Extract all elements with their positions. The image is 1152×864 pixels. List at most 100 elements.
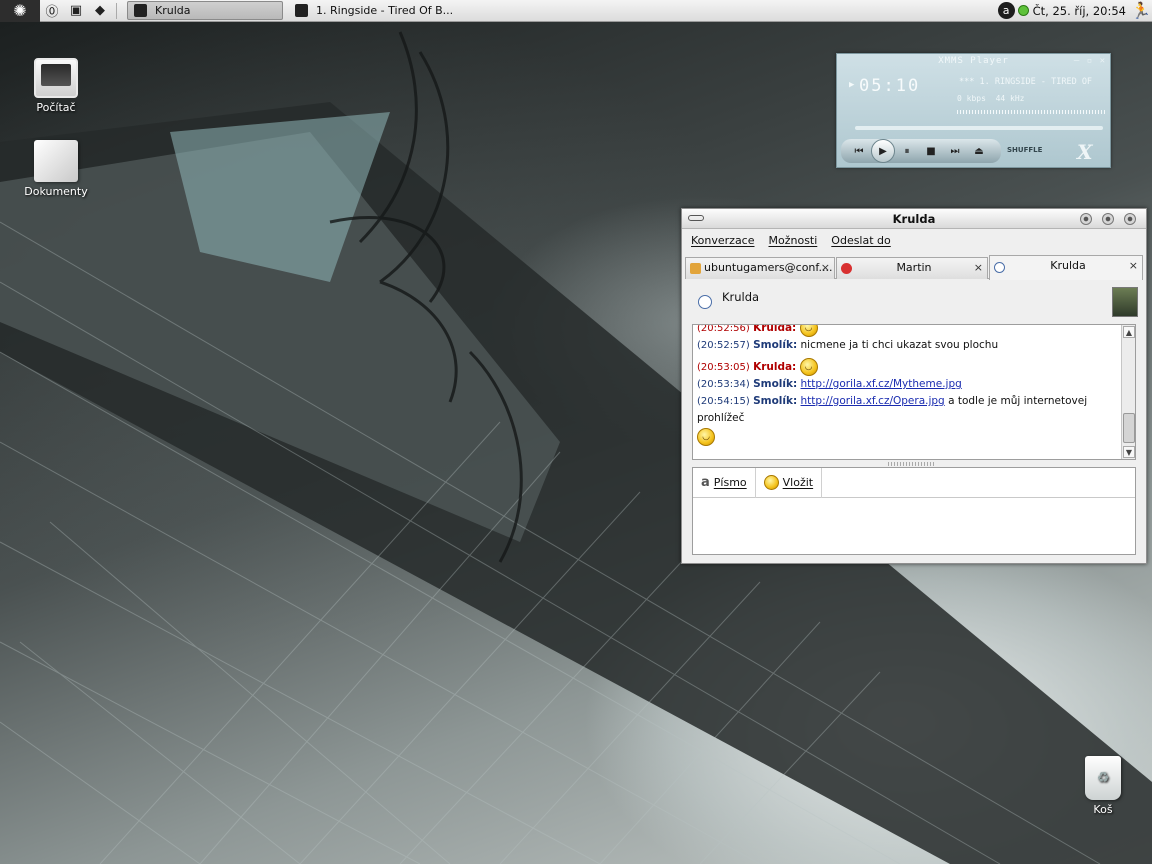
- scroll-down-icon[interactable]: ▼: [1123, 446, 1135, 458]
- xmms-player: XMMS Player – ▫ ✕ ▶ 05:10 *** 1. RINGSID…: [836, 53, 1111, 168]
- message-nick: Krulda:: [753, 324, 797, 334]
- taskbar-item-krulda[interactable]: Krulda: [127, 1, 283, 20]
- xmms-bitrate: 0 kbps 44 kHz: [957, 94, 1024, 103]
- pause-button[interactable]: ⏸: [895, 142, 919, 160]
- menu-conversation[interactable]: Konverzace: [691, 234, 755, 247]
- contact-header: Krulda: [694, 287, 1138, 317]
- close-tab-icon[interactable]: ×: [1129, 256, 1138, 276]
- main-menu-button[interactable]: ✺: [0, 0, 40, 22]
- shuffle-toggle[interactable]: SHUFFLE: [1007, 146, 1042, 154]
- chat-room-icon: [690, 263, 701, 274]
- xmms-title: XMMS Player: [938, 56, 1009, 66]
- message-link[interactable]: http://gorila.xf.cz/Opera.jpg: [801, 395, 945, 407]
- inkscape-launcher-icon[interactable]: ◆: [90, 2, 110, 20]
- top-panel: ✺ ⓪ ▣ ◆ Krulda 1. Ringside - Tired Of B.…: [0, 0, 1152, 22]
- xmms-titlebar[interactable]: XMMS Player – ▫ ✕: [837, 54, 1110, 68]
- logout-icon[interactable]: 🏃: [1130, 1, 1152, 20]
- tab-label: Martin: [896, 261, 932, 274]
- ubuntu-logo-icon: ✺: [13, 1, 27, 20]
- contact-name[interactable]: Krulda: [722, 290, 759, 304]
- xmms-display: ▶ 05:10 *** 1. RINGSIDE - TIRED OF 0 kbp…: [849, 72, 1107, 116]
- buddy-avatar[interactable]: [1112, 287, 1138, 317]
- taskbar-item-xmms[interactable]: 1. Ringside - Tired Of B...: [289, 1, 469, 20]
- clock[interactable]: Čt, 25. říj, 20:54: [1033, 4, 1126, 18]
- window-menu-button[interactable]: [688, 215, 704, 221]
- away-status-icon: [994, 262, 1005, 273]
- chat-menubar: Konverzace Možnosti Odeslat do: [682, 229, 1146, 251]
- computer-icon: [34, 58, 78, 98]
- message-timestamp: (20:53:34): [697, 379, 750, 390]
- window-title: Krulda: [892, 212, 936, 226]
- desktop-icon-documents[interactable]: Dokumenty: [18, 140, 94, 198]
- taskbar-item-label: 1. Ringside - Tired Of B...: [316, 4, 454, 17]
- xmms-seek-bar[interactable]: [855, 126, 1103, 130]
- desktop-icon-label: Dokumenty: [24, 185, 88, 198]
- message-compose-area: a Písmo Vložit: [692, 467, 1136, 555]
- font-icon: a: [701, 475, 710, 490]
- xmms-time[interactable]: 05:10: [859, 76, 920, 96]
- xmms-window-buttons[interactable]: – ▫ ✕: [1074, 54, 1106, 68]
- xmms-song-title: *** 1. RINGSIDE - TIRED OF: [959, 77, 1093, 87]
- online-status-icon[interactable]: [1017, 5, 1029, 16]
- message-row: (20:53:34) Smolík: http://gorila.xf.cz/M…: [697, 376, 1119, 393]
- message-row: (20:52:57) Smolík: nicmene ja ti chci uk…: [697, 337, 1119, 354]
- smiley-icon: ◡: [799, 358, 818, 376]
- panel-separator: [116, 2, 117, 19]
- message-history[interactable]: (20:52:56) Krulda: ◡ (20:52:57) Smolík: …: [692, 324, 1136, 460]
- xmms-visualizer[interactable]: [957, 110, 1107, 114]
- desktop-icon-trash[interactable]: ♻ Koš: [1065, 756, 1141, 816]
- previous-button[interactable]: ⏮: [847, 142, 871, 160]
- message-nick: Krulda:: [753, 361, 797, 373]
- message-nick: Smolík:: [753, 339, 798, 351]
- insert-smiley-icon: [763, 475, 779, 490]
- stop-button[interactable]: ■: [919, 142, 943, 160]
- message-input[interactable]: [695, 500, 1135, 554]
- close-window-button[interactable]: [1124, 213, 1136, 225]
- desktop-icon-computer[interactable]: Počítač: [18, 58, 94, 114]
- tab-martin[interactable]: Martin ×: [836, 257, 988, 279]
- message-row: (20:53:05) Krulda: ◡: [697, 358, 1119, 376]
- desktop-icon-label: Počítač: [36, 101, 76, 114]
- xmms-logo[interactable]: X: [1077, 140, 1093, 164]
- pidgin-tray-icon[interactable]: a: [997, 2, 1015, 19]
- scroll-thumb[interactable]: [1123, 413, 1135, 443]
- close-tab-icon[interactable]: ×: [821, 258, 830, 278]
- font-button-label: Písmo: [713, 476, 747, 489]
- message-row: (20:54:15) Smolík: http://gorila.xf.cz/O…: [697, 393, 1119, 446]
- samplerate-unit: kHz: [1010, 94, 1025, 103]
- play-button[interactable]: ▶: [871, 139, 895, 163]
- menu-send-to[interactable]: Odeslat do: [831, 234, 890, 247]
- samplerate-value: 44: [995, 94, 1006, 103]
- message-nick: Smolík:: [753, 378, 798, 390]
- wink-smiley-icon: ◡: [697, 428, 715, 446]
- xmms-controls: ⏮ ▶ ⏸ ■ ⏭ ⏏: [841, 139, 1001, 163]
- folder-icon: [34, 140, 78, 182]
- terminal-launcher-icon[interactable]: ▣: [66, 2, 86, 20]
- opera-launcher-icon[interactable]: ⓪: [42, 2, 62, 20]
- message-scrollbar[interactable]: ▲ ▼: [1121, 325, 1135, 459]
- away-status-icon: [698, 295, 712, 309]
- message-timestamp: (20:53:05): [697, 362, 750, 373]
- tab-krulda[interactable]: Krulda ×: [989, 255, 1143, 280]
- message-nick: Smolík:: [753, 395, 798, 407]
- next-button[interactable]: ⏭: [943, 142, 967, 160]
- font-button[interactable]: a Písmo: [693, 467, 756, 498]
- pane-resize-handle[interactable]: [888, 462, 936, 466]
- message-link[interactable]: http://gorila.xf.cz/Mytheme.jpg: [801, 378, 962, 390]
- compose-toolbar: a Písmo Vložit: [693, 467, 1135, 498]
- chat-window: Krulda Konverzace Možnosti Odeslat do ub…: [681, 208, 1147, 564]
- eject-button[interactable]: ⏏: [967, 142, 991, 160]
- message-row: (20:52:56) Krulda: ◡: [697, 324, 1119, 337]
- scroll-up-icon[interactable]: ▲: [1123, 326, 1135, 338]
- system-tray: a Čt, 25. říj, 20:54 🏃: [997, 0, 1152, 22]
- play-indicator-icon: ▶: [849, 80, 855, 90]
- chat-titlebar[interactable]: Krulda: [682, 209, 1146, 229]
- tab-label: ubuntugamers@conf....: [704, 261, 833, 274]
- insert-button[interactable]: Vložit: [756, 467, 823, 498]
- menu-options[interactable]: Možnosti: [769, 234, 818, 247]
- tab-ubuntugamers[interactable]: ubuntugamers@conf.... ×: [685, 257, 835, 279]
- minimize-button[interactable]: [1080, 213, 1092, 225]
- message-text: nicmene ja ti chci ukazat svou plochu: [800, 339, 999, 351]
- close-tab-icon[interactable]: ×: [974, 258, 983, 278]
- maximize-button[interactable]: [1102, 213, 1114, 225]
